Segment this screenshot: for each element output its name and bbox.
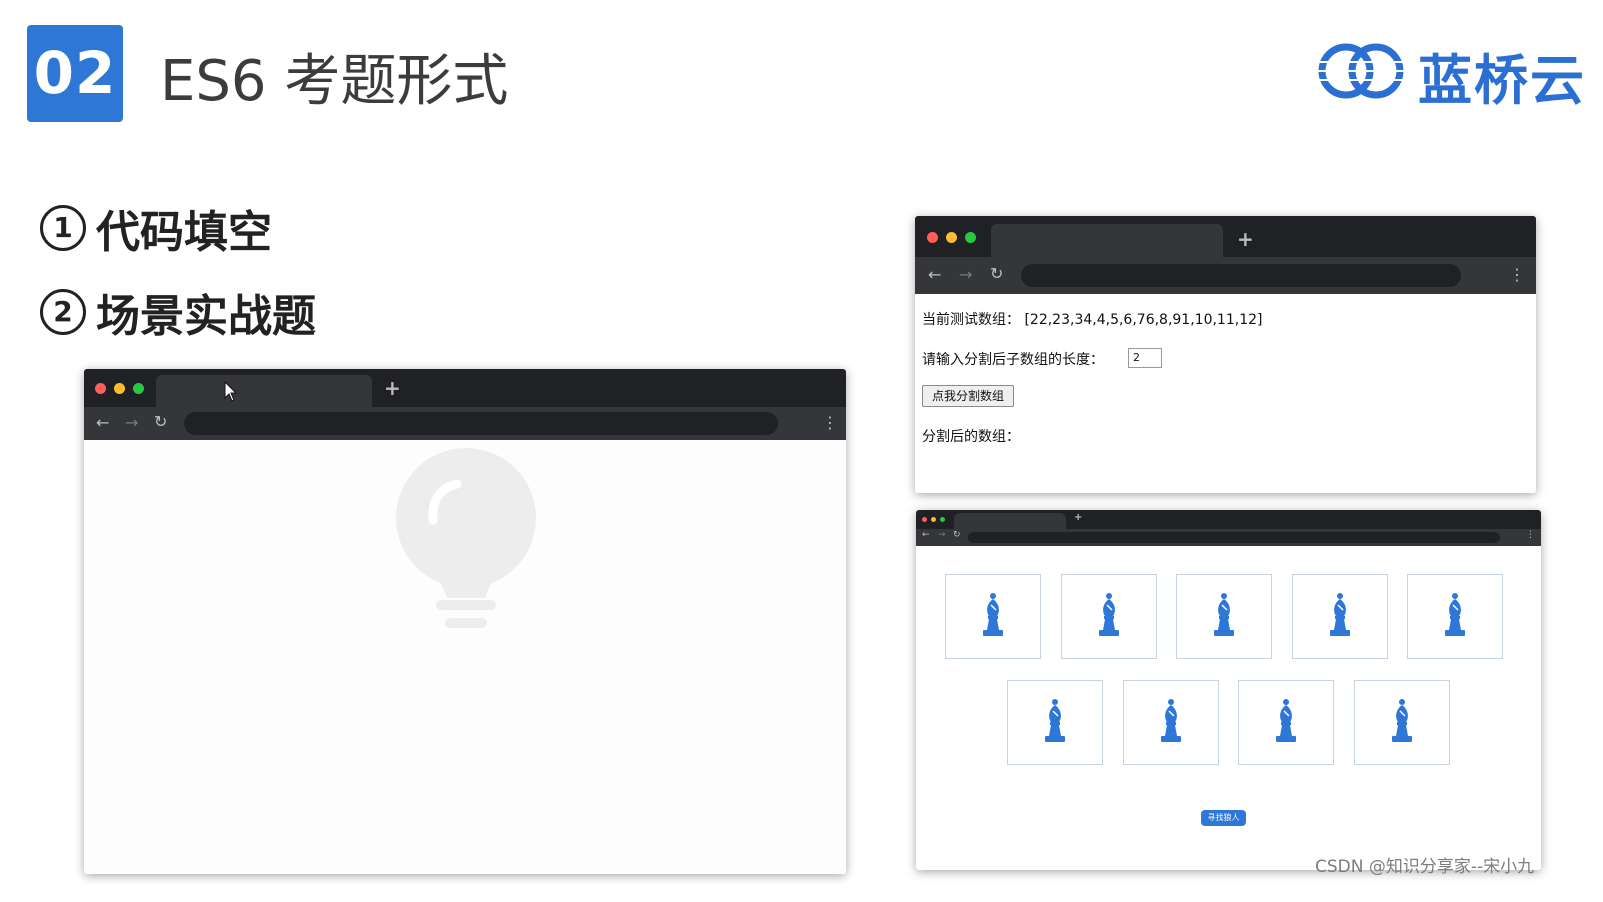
browser-tab-bar: +: [915, 216, 1536, 257]
chess-card[interactable]: [1238, 680, 1334, 765]
reload-icon[interactable]: ↻: [990, 264, 1003, 283]
chess-bishop-icon: [1273, 698, 1299, 748]
kebab-menu-icon[interactable]: ⋮: [822, 413, 838, 432]
address-bar[interactable]: [968, 532, 1500, 543]
browser-tab[interactable]: [991, 224, 1223, 257]
address-bar[interactable]: [1021, 264, 1461, 287]
chess-card[interactable]: [1176, 574, 1272, 659]
chess-bishop-icon: [1158, 698, 1184, 748]
browser-nav-bar: ← → ↻ ⋮: [915, 257, 1536, 294]
minimize-dot[interactable]: [114, 383, 125, 394]
browser-tab[interactable]: [156, 375, 372, 407]
bullet-number: 1: [40, 205, 86, 251]
chess-card[interactable]: [1407, 574, 1503, 659]
browser-window-array-split: + ← → ↻ ⋮ 当前测试数组： [22,23,34,4,5,6,76,8,9…: [915, 216, 1536, 493]
chess-card[interactable]: [945, 574, 1041, 659]
slide-title: ES6 考题形式: [160, 49, 509, 114]
mouse-cursor-icon: [224, 381, 238, 402]
browser-content: 寻找狼人: [916, 546, 1541, 870]
chess-card[interactable]: [1007, 680, 1103, 765]
kebab-menu-icon[interactable]: ⋮: [1526, 530, 1535, 540]
chess-bishop-icon: [1042, 698, 1068, 748]
chess-bishop-icon: [1096, 592, 1122, 642]
browser-content: 当前测试数组： [22,23,34,4,5,6,76,8,91,10,11,12…: [915, 294, 1536, 493]
browser-nav-bar: ← → ↻ ⋮: [916, 529, 1541, 546]
reload-icon[interactable]: ↻: [953, 530, 961, 540]
chess-card[interactable]: [1291, 574, 1388, 659]
minimize-dot[interactable]: [931, 517, 936, 522]
brand-logo-text: 蓝桥云: [1418, 49, 1586, 112]
maximize-dot[interactable]: [133, 383, 144, 394]
address-bar[interactable]: [184, 412, 778, 435]
bullet-label: 代码填空: [96, 207, 272, 258]
chess-card[interactable]: [1060, 574, 1157, 659]
split-array-button[interactable]: 点我分割数组: [922, 385, 1014, 407]
new-tab-icon[interactable]: +: [1237, 227, 1254, 251]
chess-card[interactable]: [1122, 680, 1219, 765]
browser-tab-bar: +: [916, 510, 1541, 529]
bullet-item: 2 场景实战题: [40, 280, 316, 344]
browser-window-left: + ← → ↻ ⋮: [84, 369, 846, 874]
reload-icon[interactable]: ↻: [154, 412, 167, 431]
minimize-dot[interactable]: [946, 232, 957, 243]
chess-bishop-icon: [1389, 698, 1415, 748]
chess-bishop-icon: [1327, 592, 1353, 642]
brand-logo: 蓝桥云: [1318, 36, 1603, 112]
close-dot[interactable]: [95, 383, 106, 394]
forward-arrow-icon[interactable]: →: [938, 530, 946, 540]
watermark: CSDN @知识分享家--宋小九: [1315, 857, 1535, 877]
maximize-dot[interactable]: [965, 232, 976, 243]
chess-card[interactable]: [1353, 680, 1450, 765]
maximize-dot[interactable]: [940, 517, 945, 522]
kebab-menu-icon[interactable]: ⋮: [1509, 265, 1525, 284]
forward-arrow-icon[interactable]: →: [959, 265, 972, 284]
bullet-label: 场景实战题: [96, 291, 316, 342]
close-dot[interactable]: [927, 232, 938, 243]
new-tab-icon[interactable]: +: [384, 376, 401, 400]
chess-bishop-icon: [1442, 592, 1468, 642]
bullet-item: 1 代码填空: [40, 196, 272, 260]
test-array-line: 当前测试数组： [22,23,34,4,5,6,76,8,91,10,11,12…: [922, 309, 1262, 329]
back-arrow-icon[interactable]: ←: [96, 413, 109, 432]
forward-arrow-icon[interactable]: →: [125, 413, 138, 432]
lightbulb-icon: [396, 448, 536, 628]
find-werewolf-button[interactable]: 寻找狼人: [1201, 810, 1246, 826]
test-array-label: 当前测试数组：: [922, 312, 1020, 328]
browser-tab-bar: +: [84, 369, 846, 407]
test-array-value: [22,23,34,4,5,6,76,8,91,10,11,12]: [1024, 312, 1263, 328]
result-label: 分割后的数组：: [922, 429, 1020, 445]
chess-bishop-icon: [1211, 592, 1237, 642]
browser-tab[interactable]: [954, 513, 1066, 529]
brand-logo-icon: [1318, 43, 1410, 99]
bullet-number: 2: [40, 289, 86, 335]
chess-bishop-icon: [980, 592, 1006, 642]
close-dot[interactable]: [922, 517, 927, 522]
split-length-input[interactable]: 2: [1128, 348, 1162, 368]
browser-content: [84, 440, 846, 874]
browser-window-cards: + ← → ↻ ⋮ 寻找狼人: [916, 510, 1541, 870]
section-number-badge: 02: [27, 25, 123, 122]
new-tab-icon[interactable]: +: [1074, 512, 1082, 523]
browser-nav-bar: ← → ↻ ⋮: [84, 407, 846, 440]
back-arrow-icon[interactable]: ←: [922, 530, 930, 540]
input-label: 请输入分割后子数组的长度：: [922, 352, 1104, 368]
back-arrow-icon[interactable]: ←: [928, 265, 941, 284]
